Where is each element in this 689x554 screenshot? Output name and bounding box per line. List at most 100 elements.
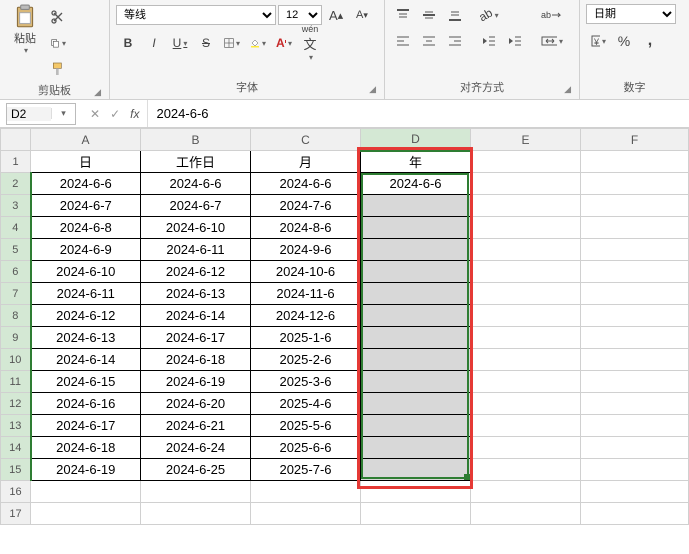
accept-formula-icon[interactable]: ✓ <box>106 107 124 121</box>
font-launcher[interactable]: ◢ <box>369 84 376 95</box>
decrease-indent-button[interactable] <box>477 30 501 52</box>
cell-C11[interactable]: 2025-3-6 <box>251 371 361 393</box>
cell-D3[interactable] <box>361 195 471 217</box>
formula-input[interactable] <box>147 100 689 127</box>
cell-D14[interactable] <box>361 437 471 459</box>
cell-E16[interactable] <box>471 481 581 503</box>
cell-D7[interactable] <box>361 283 471 305</box>
cell-A6[interactable]: 2024-6-10 <box>31 261 141 283</box>
col-header-A[interactable]: A <box>31 129 141 151</box>
cell-E10[interactable] <box>471 349 581 371</box>
orientation-button[interactable]: ab▾ <box>477 4 501 26</box>
col-header-D[interactable]: D <box>361 129 471 151</box>
cell-D13[interactable] <box>361 415 471 437</box>
cell-B7[interactable]: 2024-6-13 <box>141 283 251 305</box>
cell-F15[interactable] <box>581 459 689 481</box>
align-top-button[interactable] <box>391 4 415 26</box>
cell-C7[interactable]: 2024-11-6 <box>251 283 361 305</box>
borders-button[interactable]: ▾ <box>220 32 244 54</box>
cell-F3[interactable] <box>581 195 689 217</box>
row-header-14[interactable]: 14 <box>1 437 31 459</box>
cell-B13[interactable]: 2024-6-21 <box>141 415 251 437</box>
cell-B2[interactable]: 2024-6-6 <box>141 173 251 195</box>
align-right-button[interactable] <box>443 30 467 52</box>
cell-D1[interactable]: 年 <box>361 151 471 173</box>
cell-C2[interactable]: 2024-6-6 <box>251 173 361 195</box>
cell-F4[interactable] <box>581 217 689 239</box>
cell-A5[interactable]: 2024-6-9 <box>31 239 141 261</box>
cut-button[interactable] <box>46 6 70 28</box>
align-left-button[interactable] <box>391 30 415 52</box>
row-header-17[interactable]: 17 <box>1 503 31 525</box>
row-header-3[interactable]: 3 <box>1 195 31 217</box>
row-header-16[interactable]: 16 <box>1 481 31 503</box>
cell-B4[interactable]: 2024-6-10 <box>141 217 251 239</box>
spreadsheet-grid[interactable]: ABCDEF1日工作日月年22024-6-62024-6-62024-6-620… <box>0 128 689 525</box>
cell-C9[interactable]: 2025-1-6 <box>251 327 361 349</box>
cell-D6[interactable] <box>361 261 471 283</box>
row-header-10[interactable]: 10 <box>1 349 31 371</box>
cell-A14[interactable]: 2024-6-18 <box>31 437 141 459</box>
cell-B15[interactable]: 2024-6-25 <box>141 459 251 481</box>
cell-A10[interactable]: 2024-6-14 <box>31 349 141 371</box>
cancel-formula-icon[interactable]: ✕ <box>86 107 104 121</box>
cell-F13[interactable] <box>581 415 689 437</box>
cell-D12[interactable] <box>361 393 471 415</box>
cell-F11[interactable] <box>581 371 689 393</box>
number-format-select[interactable]: 日期 <box>586 4 676 24</box>
merge-button[interactable]: ▾ <box>537 30 567 52</box>
row-header-9[interactable]: 9 <box>1 327 31 349</box>
cell-E6[interactable] <box>471 261 581 283</box>
cell-D5[interactable] <box>361 239 471 261</box>
comma-button[interactable]: , <box>638 30 662 52</box>
cell-B16[interactable] <box>141 481 251 503</box>
cell-F14[interactable] <box>581 437 689 459</box>
cell-F2[interactable] <box>581 173 689 195</box>
cell-A3[interactable]: 2024-6-7 <box>31 195 141 217</box>
strike-button[interactable]: S <box>194 32 218 54</box>
accounting-format-button[interactable]: ¥▾ <box>586 30 610 52</box>
cell-E8[interactable] <box>471 305 581 327</box>
name-box-input[interactable] <box>7 107 51 121</box>
row-header-6[interactable]: 6 <box>1 261 31 283</box>
cell-E3[interactable] <box>471 195 581 217</box>
align-center-button[interactable] <box>417 30 441 52</box>
col-header-C[interactable]: C <box>251 129 361 151</box>
cell-A4[interactable]: 2024-6-8 <box>31 217 141 239</box>
fill-color-button[interactable]: ▾ <box>246 32 270 54</box>
cell-E4[interactable] <box>471 217 581 239</box>
cell-B6[interactable]: 2024-6-12 <box>141 261 251 283</box>
cell-C13[interactable]: 2025-5-6 <box>251 415 361 437</box>
cell-B11[interactable]: 2024-6-19 <box>141 371 251 393</box>
cell-C5[interactable]: 2024-9-6 <box>251 239 361 261</box>
cell-B5[interactable]: 2024-6-11 <box>141 239 251 261</box>
percent-button[interactable]: % <box>612 30 636 52</box>
col-header-B[interactable]: B <box>141 129 251 151</box>
cell-F1[interactable] <box>581 151 689 173</box>
cell-E13[interactable] <box>471 415 581 437</box>
col-header-F[interactable]: F <box>581 129 689 151</box>
cell-E14[interactable] <box>471 437 581 459</box>
col-header-E[interactable]: E <box>471 129 581 151</box>
font-family-select[interactable]: 等线 <box>116 5 276 25</box>
bold-button[interactable]: B <box>116 32 140 54</box>
row-header-11[interactable]: 11 <box>1 371 31 393</box>
row-header-5[interactable]: 5 <box>1 239 31 261</box>
cell-E15[interactable] <box>471 459 581 481</box>
cell-C17[interactable] <box>251 503 361 525</box>
cell-E17[interactable] <box>471 503 581 525</box>
cell-A15[interactable]: 2024-6-19 <box>31 459 141 481</box>
row-header-4[interactable]: 4 <box>1 217 31 239</box>
cell-D17[interactable] <box>361 503 471 525</box>
cell-E12[interactable] <box>471 393 581 415</box>
wrap-text-button[interactable]: ab <box>537 4 567 26</box>
cell-E5[interactable] <box>471 239 581 261</box>
cell-A12[interactable]: 2024-6-16 <box>31 393 141 415</box>
cell-A16[interactable] <box>31 481 141 503</box>
row-header-12[interactable]: 12 <box>1 393 31 415</box>
cell-D11[interactable] <box>361 371 471 393</box>
cell-B3[interactable]: 2024-6-7 <box>141 195 251 217</box>
cell-A11[interactable]: 2024-6-15 <box>31 371 141 393</box>
cell-F9[interactable] <box>581 327 689 349</box>
cell-A17[interactable] <box>31 503 141 525</box>
